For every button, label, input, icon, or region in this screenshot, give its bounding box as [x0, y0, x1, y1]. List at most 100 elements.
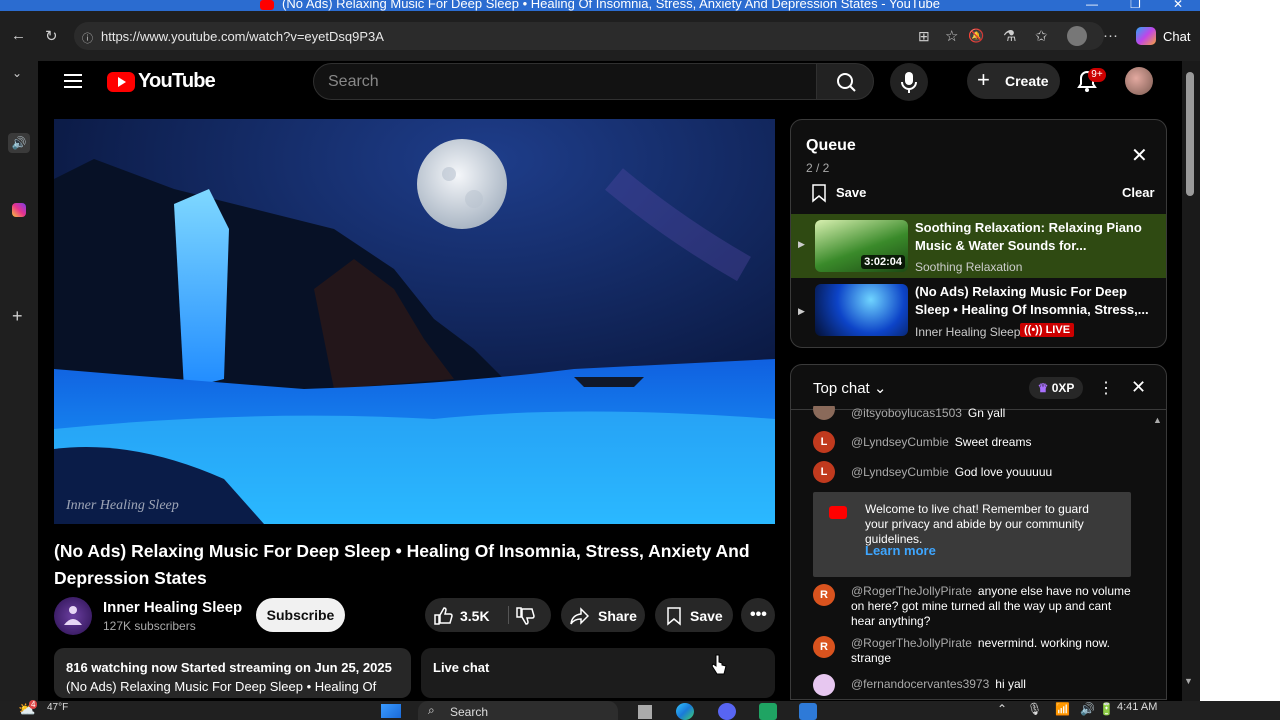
channel-name[interactable]: Inner Healing Sleep	[103, 599, 242, 616]
window-title-bar: (No Ads) Relaxing Music For Deep Sleep •…	[0, 0, 1200, 11]
chat-author[interactable]: @RogerTheJollyPirate	[851, 584, 972, 598]
share-button[interactable]: Share	[561, 598, 645, 632]
speaker-icon[interactable]: 🔊	[8, 133, 30, 153]
edge-browser-icon[interactable]	[676, 703, 694, 720]
queue-save-label[interactable]: Save	[836, 185, 866, 200]
channel-avatar[interactable]	[54, 597, 92, 635]
app-icon[interactable]	[759, 703, 777, 720]
dislike-icon[interactable]	[515, 606, 535, 626]
video-player[interactable]: Inner Healing Sleep	[54, 119, 775, 524]
chat-message: @itsyoboylucas1503 Gn yall	[813, 406, 1133, 420]
learn-more-link[interactable]: Learn more	[865, 543, 936, 558]
youtube-logo-icon[interactable]	[107, 72, 135, 92]
search-box[interactable]	[313, 63, 817, 100]
bookmark-icon	[667, 607, 681, 626]
queue-clear-button[interactable]: Clear	[1122, 185, 1155, 200]
account-avatar[interactable]	[1125, 67, 1153, 95]
more-actions-button[interactable]: •••	[741, 598, 775, 632]
xp-badge[interactable]: ♛ 0XP	[1029, 377, 1083, 399]
create-button[interactable]: + Create	[967, 63, 1060, 99]
chat-author[interactable]: @LyndseyCumbie	[851, 435, 949, 449]
crown-icon: ♛	[1037, 381, 1049, 395]
site-info-icon[interactable]: ⓘ	[82, 30, 93, 46]
bookmark-icon[interactable]	[810, 183, 828, 203]
xp-label: 0XP	[1051, 381, 1075, 395]
back-icon[interactable]: ←	[11, 27, 26, 44]
microphone-icon[interactable]: 🎙	[1027, 702, 1042, 716]
search-input[interactable]	[314, 64, 816, 99]
search-icon	[837, 73, 856, 92]
windows-start-icon[interactable]	[381, 704, 401, 718]
scrollbar-thumb[interactable]	[1186, 72, 1194, 196]
instagram-icon[interactable]	[12, 203, 26, 217]
profile-icon[interactable]	[1067, 26, 1087, 46]
more-menu-icon[interactable]: ···	[1103, 27, 1118, 44]
voice-search-button[interactable]	[890, 63, 928, 101]
queue-item[interactable]: ▶ (No Ads) Relaxing Music For Deep Sleep…	[791, 278, 1166, 342]
plus-icon: +	[977, 67, 990, 92]
queue-item[interactable]: ▶ 3:02:04 Soothing Relaxation: Relaxing …	[791, 214, 1166, 278]
favorite-star-icon[interactable]: ☆	[945, 27, 958, 45]
hamburger-menu-icon[interactable]	[64, 73, 82, 89]
chat-avatar	[813, 674, 835, 696]
close-queue-icon[interactable]: ✕	[1131, 143, 1148, 168]
task-view-icon[interactable]	[638, 705, 652, 719]
youtube-logo-text[interactable]: YouTube	[138, 70, 216, 93]
taskbar-search-box[interactable]: ⌕ Search	[418, 701, 618, 720]
save-label: Save	[690, 608, 723, 624]
discord-icon[interactable]	[718, 703, 736, 720]
live-chat-panel: Top chat ⌄ ♛ 0XP ⋮ ✕ @itsyoboylucas1503 G…	[790, 364, 1167, 700]
chevron-down-icon[interactable]: ⌄	[12, 66, 22, 80]
live-badge-label: LIVE	[1045, 324, 1071, 336]
copilot-chat-label[interactable]: Chat	[1163, 29, 1190, 44]
notifications-off-icon[interactable]: 🔕	[968, 28, 984, 44]
like-icon[interactable]	[433, 606, 453, 626]
favorites-icon[interactable]: ✩	[1035, 27, 1048, 45]
queue-item-title: (No Ads) Relaxing Music For Deep Sleep •…	[915, 284, 1149, 317]
chat-mode-label[interactable]: Top chat	[813, 380, 870, 397]
description-box[interactable]: 816 watching now Started streaming on Ju…	[54, 648, 411, 698]
maximize-icon[interactable]: ❐	[1130, 0, 1141, 11]
battery-icon[interactable]: 🔋	[1099, 702, 1114, 716]
clock-time[interactable]: 4:41 AM	[1117, 701, 1157, 713]
chat-author[interactable]: @itsyoboylucas1503	[851, 406, 962, 420]
search-button[interactable]	[816, 63, 874, 100]
like-count[interactable]: 3.5K	[460, 608, 490, 624]
chat-author[interactable]: @LyndseyCumbie	[851, 465, 949, 479]
save-button[interactable]: Save	[655, 598, 733, 632]
create-label: Create	[1005, 73, 1049, 89]
app-available-icon[interactable]: ⊞	[918, 28, 930, 45]
url-text[interactable]: https://www.youtube.com/watch?v=eyetDsq9…	[101, 29, 384, 44]
subscribe-button[interactable]: Subscribe	[256, 598, 345, 632]
chat-text: Sweet dreams	[954, 435, 1032, 449]
chat-avatar: L	[813, 461, 835, 483]
chat-author[interactable]: @fernandocervantes3973	[851, 677, 989, 691]
close-window-icon[interactable]: ✕	[1173, 0, 1183, 11]
chat-author[interactable]: @RogerTheJollyPirate	[851, 636, 972, 650]
chat-scroll-up-icon[interactable]: ▲	[1153, 415, 1162, 425]
extensions-icon[interactable]: ⚗	[1003, 27, 1016, 45]
reload-icon[interactable]: ↻	[45, 27, 58, 45]
scroll-down-icon[interactable]: ▼	[1184, 676, 1193, 686]
minimize-icon[interactable]: —	[1086, 0, 1098, 11]
live-chat-label: Live chat	[433, 660, 490, 675]
chat-text: hi yall	[995, 677, 1026, 691]
microphone-icon	[901, 72, 917, 93]
live-badge: ((•)) LIVE	[1020, 323, 1075, 337]
app-icon[interactable]	[799, 703, 817, 720]
volume-icon[interactable]: 🔊	[1080, 702, 1095, 716]
close-chat-icon[interactable]: ✕	[1131, 377, 1146, 398]
chat-more-options-icon[interactable]: ⋮	[1098, 378, 1114, 398]
chat-avatar: L	[813, 431, 835, 453]
chevron-up-icon[interactable]: ⌃	[997, 702, 1007, 716]
wifi-icon[interactable]: 📶	[1055, 702, 1070, 716]
chevron-down-icon[interactable]: ⌄	[874, 380, 887, 397]
weather-temperature[interactable]: 47°F	[47, 702, 68, 713]
more-horizontal-icon: •••	[750, 606, 767, 623]
chat-mode-dropdown[interactable]: Top chat ⌄	[813, 379, 886, 397]
chat-avatar: R	[813, 636, 835, 658]
copilot-icon[interactable]	[1136, 27, 1156, 45]
video-watermark: Inner Healing Sleep	[65, 498, 179, 513]
queue-position: 2 / 2	[806, 161, 830, 175]
add-icon[interactable]: +	[12, 306, 23, 327]
